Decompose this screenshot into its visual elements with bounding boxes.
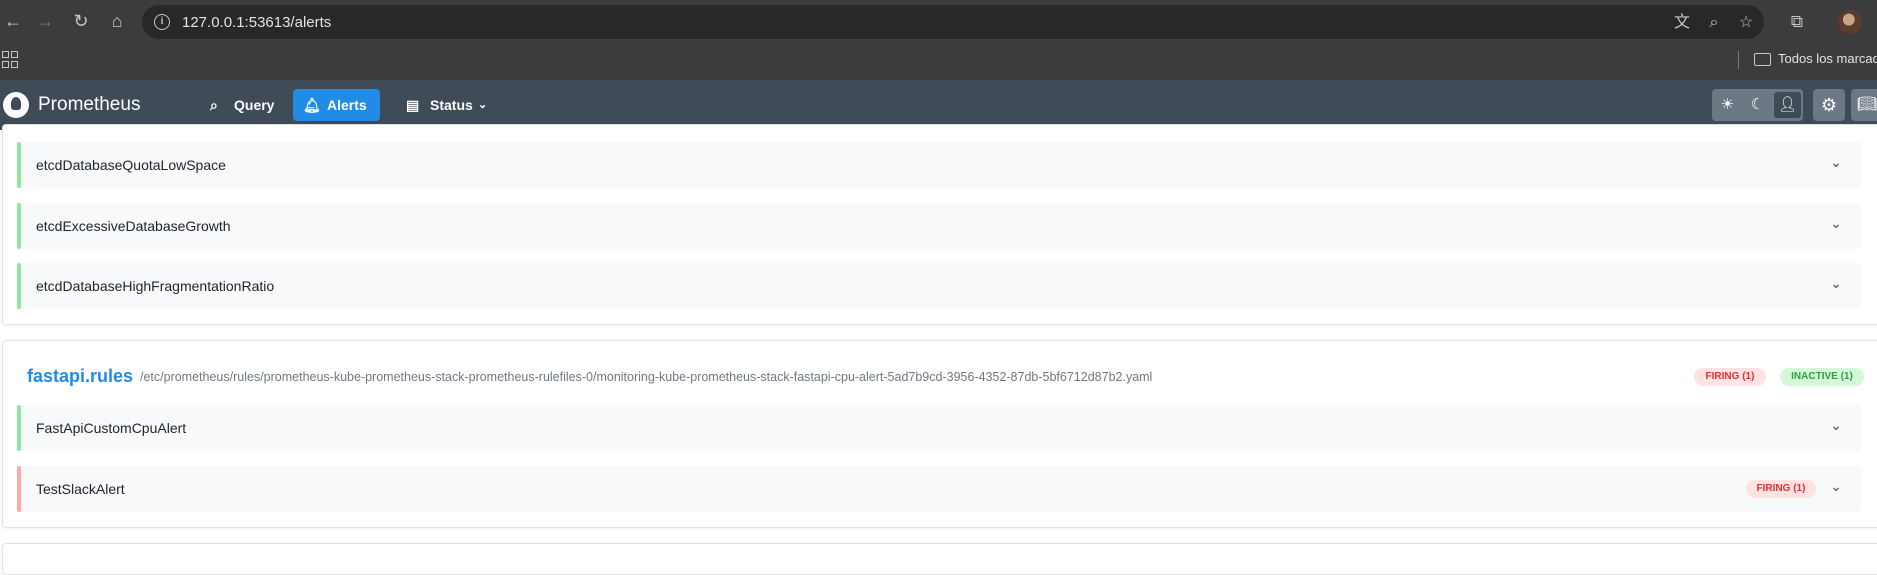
rule-name: etcdDatabaseHighFragmentationRatio bbox=[36, 278, 275, 294]
chevron-down-icon[interactable]: ⌄ bbox=[1830, 478, 1842, 495]
rule-row[interactable]: TestSlackAlert FIRING (1) ⌄ bbox=[17, 466, 1861, 512]
translate-icon[interactable]: 文 bbox=[1672, 13, 1692, 33]
rule-group-card bbox=[2, 543, 1877, 575]
theme-switcher: ☀ ☾ 👤︎ bbox=[1712, 89, 1803, 121]
nav-alerts-label: Alerts bbox=[327, 97, 367, 113]
chevron-down-icon[interactable]: ⌄ bbox=[1830, 215, 1842, 232]
rule-row[interactable]: etcdDatabaseHighFragmentationRatio ⌄ bbox=[17, 263, 1861, 309]
rule-row[interactable]: etcdExcessiveDatabaseGrowth ⌄ bbox=[17, 203, 1861, 249]
back-icon[interactable]: ← bbox=[0, 8, 26, 34]
bookmarks-bar bbox=[0, 45, 1877, 80]
state-bar bbox=[17, 466, 21, 512]
nav-query-label: Query bbox=[234, 97, 275, 113]
chevron-down-icon: ⌄ bbox=[478, 99, 488, 111]
reload-icon[interactable]: ↻ bbox=[68, 8, 94, 34]
state-bar bbox=[17, 142, 21, 188]
rule-firing-badge: FIRING (1) bbox=[1746, 480, 1816, 498]
state-bar bbox=[17, 203, 21, 249]
group-file-path: /etc/prometheus/rules/prometheus-kube-pr… bbox=[140, 370, 1153, 384]
home-icon[interactable]: ⌂ bbox=[104, 8, 130, 34]
state-bar bbox=[17, 405, 21, 451]
rule-row[interactable]: FastApiCustomCpuAlert ⌄ bbox=[17, 405, 1861, 451]
sun-icon[interactable]: ☀ bbox=[1714, 92, 1741, 118]
url-text[interactable]: 127.0.0.1:53613/alerts bbox=[182, 14, 331, 31]
prometheus-logo-icon[interactable] bbox=[3, 92, 29, 118]
nav-query[interactable]: ⌕ Query bbox=[200, 89, 284, 121]
rule-name: etcdExcessiveDatabaseGrowth bbox=[36, 218, 231, 234]
apps-grid-icon[interactable] bbox=[2, 51, 18, 68]
address-bar[interactable]: i 127.0.0.1:53613/alerts 文 ⌕ ☆ bbox=[142, 5, 1764, 39]
chevron-down-icon[interactable]: ⌄ bbox=[1830, 154, 1842, 171]
nav-alerts[interactable]: 🔔︎ Alerts bbox=[293, 89, 380, 121]
nav-status[interactable]: ▤ Status ⌄ bbox=[396, 89, 496, 121]
bookmarks-separator bbox=[1738, 51, 1739, 69]
star-icon[interactable]: ☆ bbox=[1736, 13, 1756, 33]
bookmarks-folder-label[interactable]: Todos los marcado bbox=[1778, 51, 1877, 66]
user-icon[interactable]: 👤︎ bbox=[1774, 92, 1801, 118]
site-info-icon[interactable]: i bbox=[154, 14, 170, 30]
forward-icon[interactable]: → bbox=[32, 8, 58, 34]
rule-name: FastApiCustomCpuAlert bbox=[36, 420, 187, 436]
bell-icon: 🔔︎ bbox=[303, 97, 321, 113]
moon-icon[interactable]: ☾ bbox=[1744, 92, 1771, 118]
zoom-icon[interactable]: ⌕ bbox=[1704, 13, 1724, 33]
nav-status-label: Status bbox=[430, 97, 473, 113]
rule-name: TestSlackAlert bbox=[36, 481, 125, 497]
firing-count-badge: FIRING (1) bbox=[1694, 368, 1766, 386]
folder-icon bbox=[1754, 53, 1771, 66]
chevron-down-icon[interactable]: ⌄ bbox=[1830, 417, 1842, 434]
docs-book-icon[interactable]: 📖︎ bbox=[1851, 89, 1877, 121]
state-bar bbox=[17, 263, 21, 309]
search-icon: ⌕ bbox=[210, 97, 218, 113]
inactive-count-badge: INACTIVE (1) bbox=[1780, 368, 1864, 386]
extensions-icon[interactable]: ⧉ bbox=[1785, 10, 1809, 34]
server-icon: ▤ bbox=[406, 97, 420, 113]
settings-gear-icon[interactable]: ⚙ bbox=[1813, 89, 1845, 121]
brand-title[interactable]: Prometheus bbox=[38, 94, 140, 116]
rule-name: etcdDatabaseQuotaLowSpace bbox=[36, 157, 226, 173]
profile-avatar[interactable] bbox=[1838, 10, 1862, 34]
rule-row[interactable]: etcdDatabaseQuotaLowSpace ⌄ bbox=[17, 142, 1861, 188]
chevron-down-icon[interactable]: ⌄ bbox=[1830, 275, 1842, 292]
group-name: fastapi.rules bbox=[27, 366, 134, 386]
